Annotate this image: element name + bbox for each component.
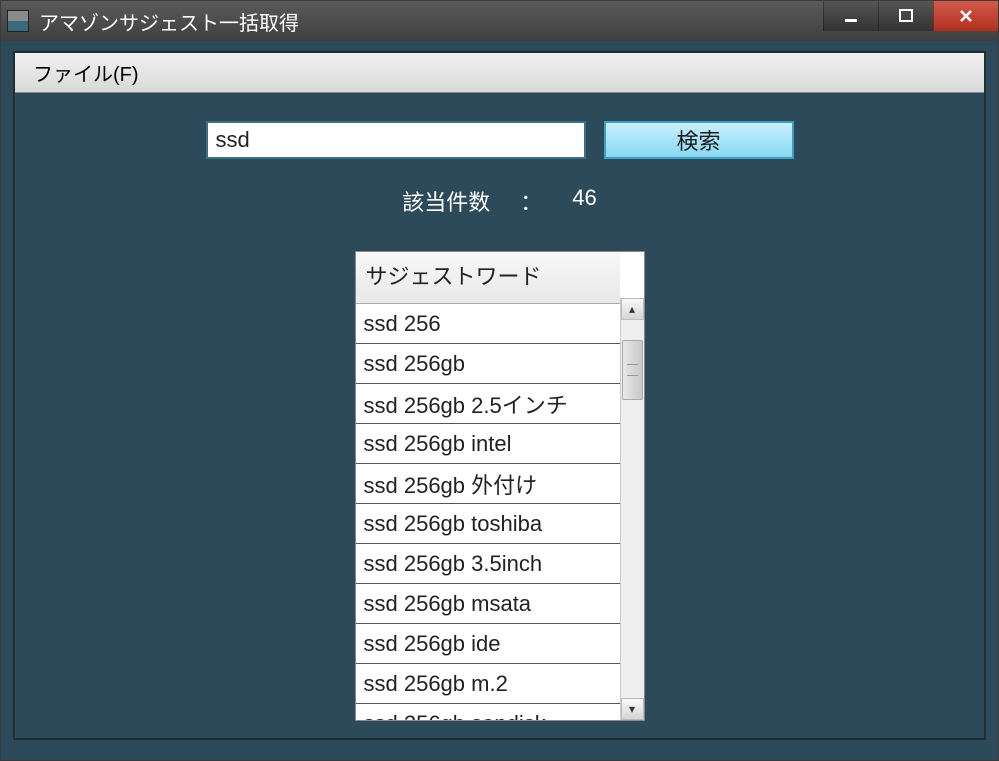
list-item[interactable]: ssd 256gb msata xyxy=(356,584,620,624)
window-controls xyxy=(823,1,998,41)
list-item[interactable]: ssd 256gb xyxy=(356,344,620,384)
list-item[interactable]: ssd 256gb 外付け xyxy=(356,464,620,504)
menubar: ファイル(F) xyxy=(15,53,984,93)
minimize-button[interactable] xyxy=(823,1,878,31)
scroll-down-arrow-icon[interactable]: ▾ xyxy=(621,698,644,720)
scroll-thumb[interactable] xyxy=(622,340,643,400)
scroll-up-arrow-icon[interactable]: ▴ xyxy=(621,298,644,320)
list-item[interactable]: ssd 256gb toshiba xyxy=(356,504,620,544)
result-count-value: 46 xyxy=(572,185,596,217)
grid-column: サジェストワード ssd 256 ssd 256gb ssd 256gb 2.5… xyxy=(356,252,620,720)
close-button[interactable] xyxy=(933,1,998,31)
grid-body: ssd 256 ssd 256gb ssd 256gb 2.5インチ ssd 2… xyxy=(356,304,620,720)
results-grid: サジェストワード ssd 256 ssd 256gb ssd 256gb 2.5… xyxy=(355,251,645,721)
result-count-separator: ： xyxy=(520,185,542,217)
list-item[interactable]: ssd 256 xyxy=(356,304,620,344)
content: 検索 該当件数 ： 46 サジェストワード ssd 256 ssd 256gb … xyxy=(15,93,984,738)
list-item[interactable]: ssd 256gb sandisk xyxy=(356,704,620,720)
result-count-label: 該当件数 xyxy=(402,185,490,217)
list-item[interactable]: ssd 256gb intel xyxy=(356,424,620,464)
maximize-button[interactable] xyxy=(878,1,933,31)
app-window: アマゾンサジェスト一括取得 ファイル(F) 検索 xyxy=(0,0,999,761)
scroll-track[interactable] xyxy=(621,320,644,698)
search-input[interactable] xyxy=(206,121,586,159)
result-count-row: 該当件数 ： 46 xyxy=(402,185,597,217)
titlebar[interactable]: アマゾンサジェスト一括取得 xyxy=(1,1,998,41)
search-button[interactable]: 検索 xyxy=(604,121,794,159)
app-icon xyxy=(7,10,29,32)
menu-file[interactable]: ファイル(F) xyxy=(25,54,147,91)
content-frame: ファイル(F) 検索 該当件数 ： 46 サジェストワード ssd 256 xyxy=(13,51,986,740)
client-area: ファイル(F) 検索 該当件数 ： 46 サジェストワード ssd 256 xyxy=(1,41,998,760)
search-row: 検索 xyxy=(206,121,794,159)
list-item[interactable]: ssd 256gb 3.5inch xyxy=(356,544,620,584)
list-item[interactable]: ssd 256gb m.2 xyxy=(356,664,620,704)
list-item[interactable]: ssd 256gb 2.5インチ xyxy=(356,384,620,424)
window-title: アマゾンサジェスト一括取得 xyxy=(39,7,823,36)
grid-header[interactable]: サジェストワード xyxy=(356,252,620,304)
vertical-scrollbar[interactable]: ▴ ▾ xyxy=(620,298,644,720)
list-item[interactable]: ssd 256gb ide xyxy=(356,624,620,664)
